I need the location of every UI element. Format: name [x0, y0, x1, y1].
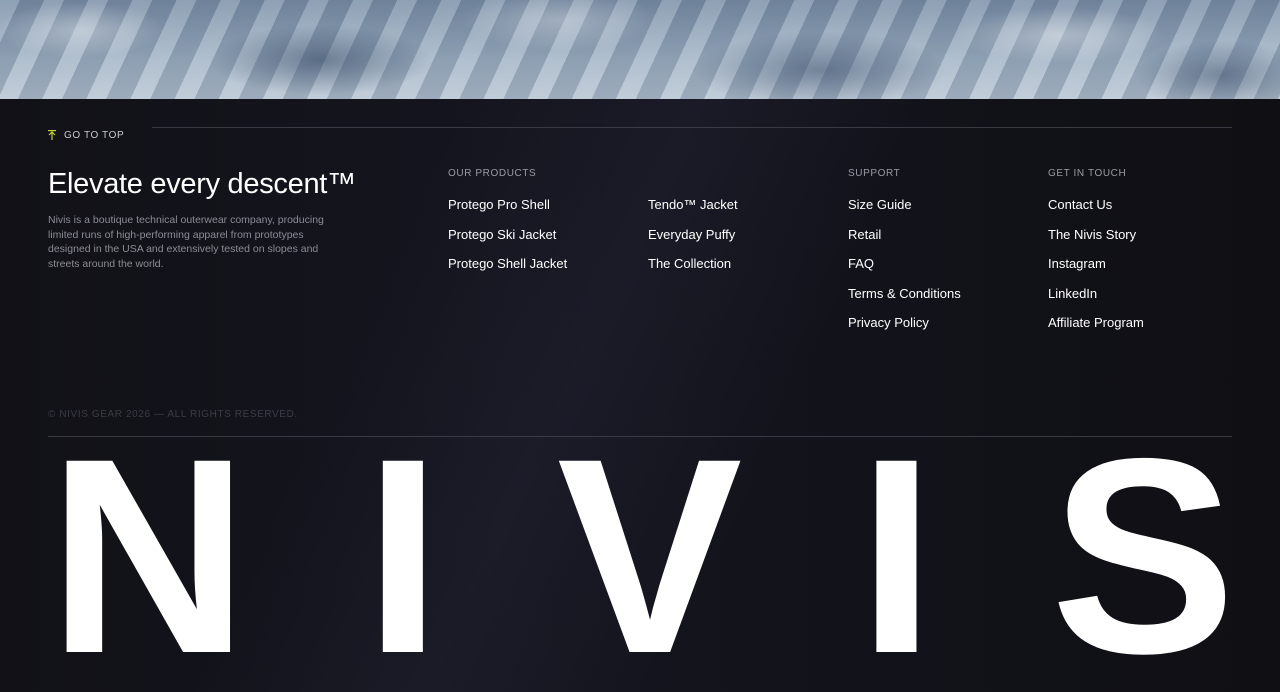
go-to-top-label: GO TO TOP — [64, 129, 125, 141]
footer-topbar: GO TO TOP — [48, 127, 1232, 143]
hero-snow-image — [0, 0, 1280, 99]
wordmark-letter: I — [364, 400, 441, 692]
wordmark-letter: N — [48, 400, 249, 692]
footer-link-retail[interactable]: Retail — [848, 227, 961, 257]
site-footer: GO TO TOP Elevate every descent™ Nivis i… — [0, 99, 1280, 692]
contact-column: GET IN TOUCH Contact Us The Nivis Story … — [1048, 167, 1144, 345]
wordmark-letter: V — [556, 400, 742, 692]
products-column-2: Tendo™ Jacket Everyday Puffy The Collect… — [648, 167, 738, 286]
wordmark-letter: I — [857, 400, 935, 692]
brand-block: Elevate every descent™ Nivis is a boutiq… — [48, 167, 378, 271]
footer-link-instagram[interactable]: Instagram — [1048, 256, 1144, 286]
products-heading: OUR PRODUCTS — [448, 168, 537, 179]
contact-heading: GET IN TOUCH — [1048, 168, 1127, 179]
footer-link-nivis-story[interactable]: The Nivis Story — [1048, 227, 1144, 257]
footer-link-tendo-jacket[interactable]: Tendo™ Jacket — [648, 197, 738, 227]
support-column: SUPPORT Size Guide Retail FAQ Terms & Co… — [848, 167, 961, 345]
wordmark-letter: S — [1050, 400, 1236, 692]
divider — [152, 127, 1232, 128]
footer-link-size-guide[interactable]: Size Guide — [848, 197, 961, 227]
products-column: OUR PRODUCTS Protego Pro Shell Protego S… — [448, 167, 567, 286]
footer-link-privacy[interactable]: Privacy Policy — [848, 315, 961, 345]
footer-link-protego-ski-jacket[interactable]: Protego Ski Jacket — [448, 227, 567, 257]
tagline: Elevate every descent™ — [48, 168, 356, 200]
footer-link-protego-pro-shell[interactable]: Protego Pro Shell — [448, 197, 567, 227]
footer-link-everyday-puffy[interactable]: Everyday Puffy — [648, 227, 738, 257]
footer-link-terms[interactable]: Terms & Conditions — [848, 286, 961, 316]
nivis-wordmark: N I V I S — [48, 400, 1236, 692]
arrow-up-icon — [48, 130, 56, 140]
footer-link-faq[interactable]: FAQ — [848, 256, 961, 286]
go-to-top-link[interactable]: GO TO TOP — [48, 130, 124, 141]
footer-link-protego-shell-jacket[interactable]: Protego Shell Jacket — [448, 256, 567, 286]
footer-link-contact-us[interactable]: Contact Us — [1048, 197, 1144, 227]
support-heading: SUPPORT — [848, 168, 901, 179]
brand-description: Nivis is a boutique technical outerwear … — [48, 214, 324, 270]
footer-link-linkedin[interactable]: LinkedIn — [1048, 286, 1144, 316]
footer-link-affiliate[interactable]: Affiliate Program — [1048, 315, 1144, 345]
footer-link-the-collection[interactable]: The Collection — [648, 256, 738, 286]
